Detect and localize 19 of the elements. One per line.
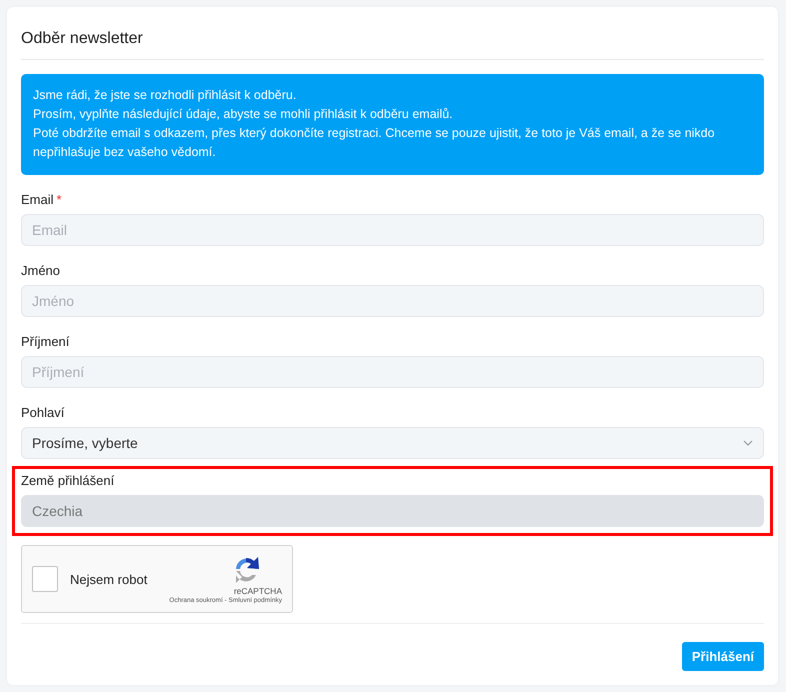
alert-text: Jsme rádi, že jste se rozhodli přihlásit k odběru. (33, 87, 298, 104)
select-field[interactable]: Prosíme, vyberte (21, 427, 764, 459)
required-mark: * (56, 192, 62, 207)
alert-text: Poté obdržíte email s odkazem, přes který dokončíte registraci. Chceme se pouze ujistit, že toto je Váš email, a že se nikdo nepřihlašuje bez vašeho vědomí. (33, 125, 716, 161)
field-label: Pohlaví (21, 405, 64, 420)
readonly-field: Czechia (21, 495, 764, 527)
alert-text: Prosím, vyplňte následující údaje, abyste se mohli přihlásit k odběru emailů. (33, 106, 454, 123)
input-field[interactable]: Jméno (21, 285, 764, 317)
captcha-brand: reCAPTCHA (234, 586, 282, 596)
field-label: Email (21, 192, 54, 207)
captcha-label: Nejsem robot (70, 572, 148, 586)
input-field[interactable]: Příjmení (21, 356, 764, 388)
field-label: Příjmení (21, 334, 70, 349)
field-label: Země přihlášení (21, 473, 114, 488)
field-label: Jméno (21, 263, 60, 278)
chevron-icon (743, 440, 753, 446)
card-title: Odběr newsletter (21, 29, 144, 49)
input-field[interactable]: Email (21, 214, 764, 246)
checkbox[interactable] (32, 566, 58, 592)
